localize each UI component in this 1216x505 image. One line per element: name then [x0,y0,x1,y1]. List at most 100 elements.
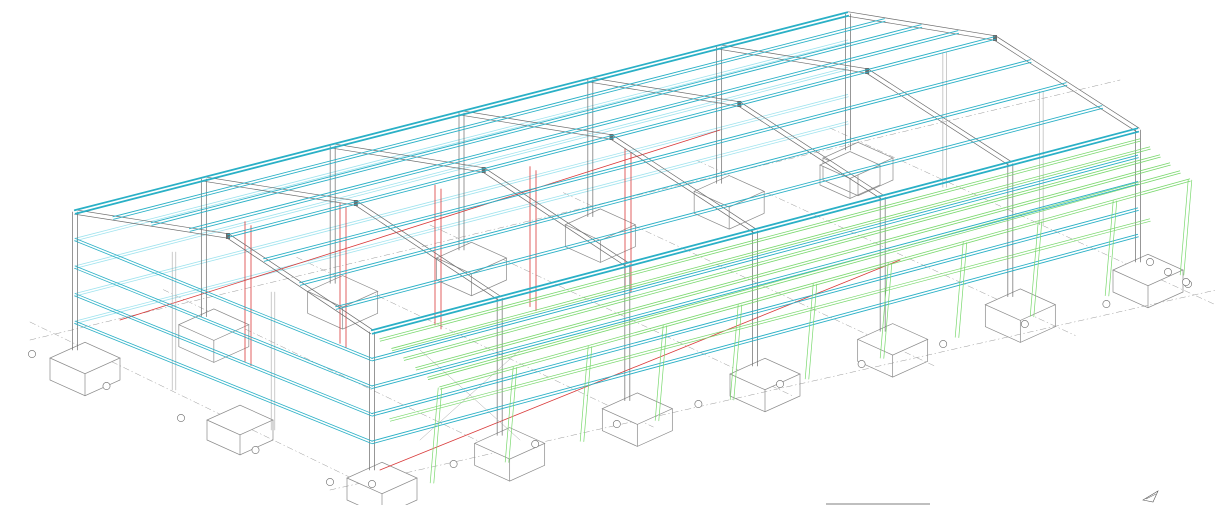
grid-bubble-front-3 [612,420,621,428]
grid-bubble-front-9-circle [1102,300,1111,308]
grid-bubble-left-2 [177,414,185,422]
rafter-left-1-edge [203,176,357,202]
grid-line-longitudinal [329,289,1216,491]
roof-purlins [73,11,1140,335]
rafter-left-0-edge [74,213,229,239]
grid-bubble-left-3-circle [251,446,260,454]
north-arrow-icon [1142,490,1159,503]
side-wall-girts [74,154,1139,445]
canopy-purlin-2-edge [403,154,1161,359]
canopy-purlin-1-edge [391,148,1151,352]
grid-bubble-right-1-circle [1164,268,1172,276]
grid-bubble-left-1-circle [102,382,111,390]
grid-bubble-left-2-circle [177,414,185,422]
canopy-post-10-edge [1179,179,1189,276]
canopy-purlin-5 [439,178,1191,390]
gable-post-front-2 [270,291,276,431]
back-girt-1-edge [74,39,849,239]
grid-bubble-front-8 [1020,320,1029,328]
grid-bubble-left-4-circle [326,478,334,486]
grid-bubble-front-4 [694,400,703,408]
grid-bubble-right-2 [1146,258,1154,266]
canopy-post-0 [429,387,443,484]
cad-viewport[interactable] [0,0,1216,505]
rafter-left-4 [589,77,741,107]
grid-bubble-left-1 [102,382,111,390]
canopy-purlin-3 [415,162,1171,371]
purlin-left-3-edge [189,32,960,232]
rafter-left-2-edge [332,143,485,169]
footing-right-2-top [601,392,674,425]
grid-bubble-front-6 [857,360,866,368]
rafter-left-1 [203,176,357,206]
grid-bubble-right-1 [1164,268,1172,276]
purlin-left-2 [150,24,923,226]
side-girt-2 [371,181,1139,389]
grid-bubble-front-3-circle [612,420,621,428]
canopy-purlin-4 [427,170,1181,380]
grid-bubble-front-7-circle [939,340,948,348]
back-girt-1 [74,39,849,242]
canopy-post-10-edge [1183,179,1193,276]
rafter-left-3 [460,110,613,140]
grid-bubble-front-1 [449,460,458,468]
canopy-post-4 [729,304,743,401]
purlin-right-0-edge [227,36,996,236]
gable-post-front-1 [171,251,177,391]
canopy-post-7-edge [958,242,968,338]
gable-post-back-1 [942,52,947,188]
footing-right-5-top [984,288,1057,321]
canopy-post-10 [1179,179,1193,276]
footing-left-5-top [693,175,766,208]
rafter-left-1-edge [203,180,356,206]
side-girt-2-edge [371,181,1139,387]
grid-bubble-front-4-circle [694,400,703,408]
canopy-post-2-edge [579,345,589,442]
side-girt-4-edge [371,236,1139,445]
purlin-left-1-edge [113,20,886,220]
grid-bubble-left-4 [326,478,334,486]
grid-bubble-right-2-circle [1146,258,1154,266]
grid-bubble-front-5-circle [776,380,784,388]
canopy-post-0-edge [433,387,443,484]
grid-bubble-right-0 [1182,278,1190,286]
footing-right-3-top [729,357,801,391]
column-right-0 [369,331,375,471]
grid-bubble-front-8-circle [1020,320,1029,328]
grid-bubble-front-9 [1102,300,1111,308]
annotations [826,490,1159,505]
footing-right-4-top [856,323,929,356]
footing-left-0-top [49,341,121,375]
grid-bubble-front-2-circle [531,440,540,448]
grid-bubble-front-0-circle [368,480,376,488]
grid-bubble-front-6-circle [857,360,866,368]
column-left-2 [329,145,336,284]
canopy-purlin-3-edge [415,162,1171,369]
grid-bubble-front-7 [939,340,948,348]
canopy-purlin-4-edge [427,172,1181,380]
grid-bubble-left-0 [28,350,36,358]
rafter-left-6 [847,11,996,41]
purlin-right-3-edge [335,105,1103,308]
grid-line-longitudinal [29,79,1121,341]
grid-bubble-front-5 [776,380,784,388]
grid-bubble-front-1-circle [449,460,458,468]
canopy-post-2-edge [583,346,593,442]
canopy-post-4-edge [733,304,743,401]
rafter-left-0 [74,209,229,239]
column-left-4 [587,79,594,218]
isometric-steel-frame-drawing [28,11,1216,505]
rafter-left-6-edge [848,11,996,37]
grid-bubble-right-0-circle [1182,278,1190,286]
canopy-post-9-edge [1104,200,1114,296]
footing-gable-front-top [206,404,274,436]
column-left-3 [458,112,465,251]
canopy-post-0-edge [429,387,439,484]
column-left-1 [200,178,207,318]
red-strut-front [379,259,901,471]
purlin-right-2-edge [299,84,1068,286]
purlin-left-1 [112,18,886,220]
grid-bubble-left-3 [251,446,260,454]
purlin-left-2-edge [151,26,923,226]
purlin-right-3 [335,105,1104,310]
